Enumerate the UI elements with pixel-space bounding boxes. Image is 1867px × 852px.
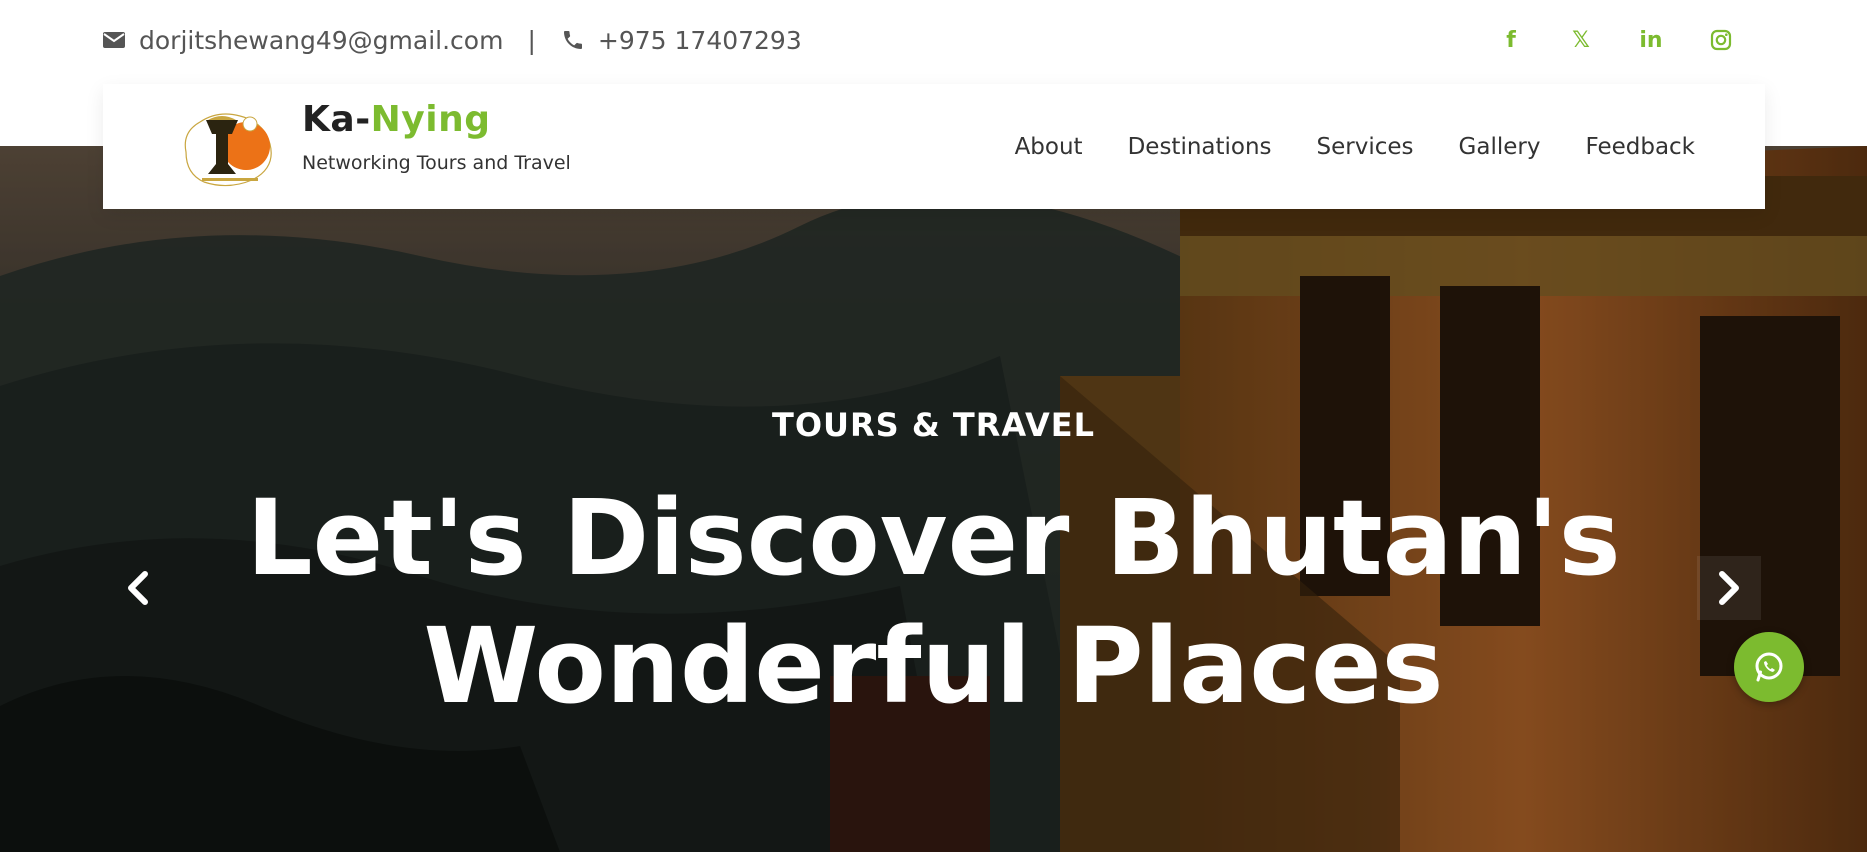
contact-phone[interactable]: +975 17407293 xyxy=(598,26,802,55)
contact-separator: | xyxy=(527,25,536,55)
instagram-icon[interactable] xyxy=(1703,22,1739,58)
hero-kicker: TOURS & TRAVEL xyxy=(772,406,1095,444)
brand: Ka-Nying Networking Tours and Travel xyxy=(302,99,571,174)
whatsapp-icon[interactable] xyxy=(1734,632,1804,702)
social-links: f 𝕏 in xyxy=(1459,22,1739,58)
phone-icon xyxy=(560,27,586,53)
linkedin-icon[interactable]: in xyxy=(1633,22,1669,58)
contact-info: dorjitshewang49@gmail.com | +975 1740729… xyxy=(101,22,802,58)
hero-headline: Let's Discover Bhutan's Wonderful Places xyxy=(0,474,1867,730)
brand-name[interactable]: Ka-Nying xyxy=(302,99,571,140)
nav-item-destinations[interactable]: Destinations xyxy=(1128,134,1272,160)
brand-name-part1: Ka- xyxy=(302,99,371,140)
envelope-icon xyxy=(101,27,127,53)
brand-tagline: Networking Tours and Travel xyxy=(302,152,571,174)
brand-logo[interactable] xyxy=(178,102,278,190)
nav-item-services[interactable]: Services xyxy=(1317,134,1414,160)
nav-item-about[interactable]: About xyxy=(1015,134,1083,160)
brand-name-part2: Nying xyxy=(370,99,491,140)
hero-carousel: TOURS & TRAVEL Let's Discover Bhutan's W… xyxy=(0,146,1867,852)
site-header: Ka-Nying Networking Tours and Travel Abo… xyxy=(103,84,1765,209)
contact-email[interactable]: dorjitshewang49@gmail.com xyxy=(139,26,503,55)
chevron-left-icon[interactable] xyxy=(106,556,170,620)
hero-headline-line2: Wonderful Places xyxy=(423,605,1444,727)
hero-headline-line1: Let's Discover Bhutan's xyxy=(246,477,1621,599)
nav-item-feedback[interactable]: Feedback xyxy=(1585,134,1695,160)
nav-item-gallery[interactable]: Gallery xyxy=(1459,134,1541,160)
chevron-right-icon[interactable] xyxy=(1697,556,1761,620)
x-twitter-icon[interactable]: 𝕏 xyxy=(1563,22,1599,58)
main-nav: About Destinations Services Gallery Feed… xyxy=(970,84,1695,209)
facebook-icon[interactable]: f xyxy=(1493,22,1529,58)
